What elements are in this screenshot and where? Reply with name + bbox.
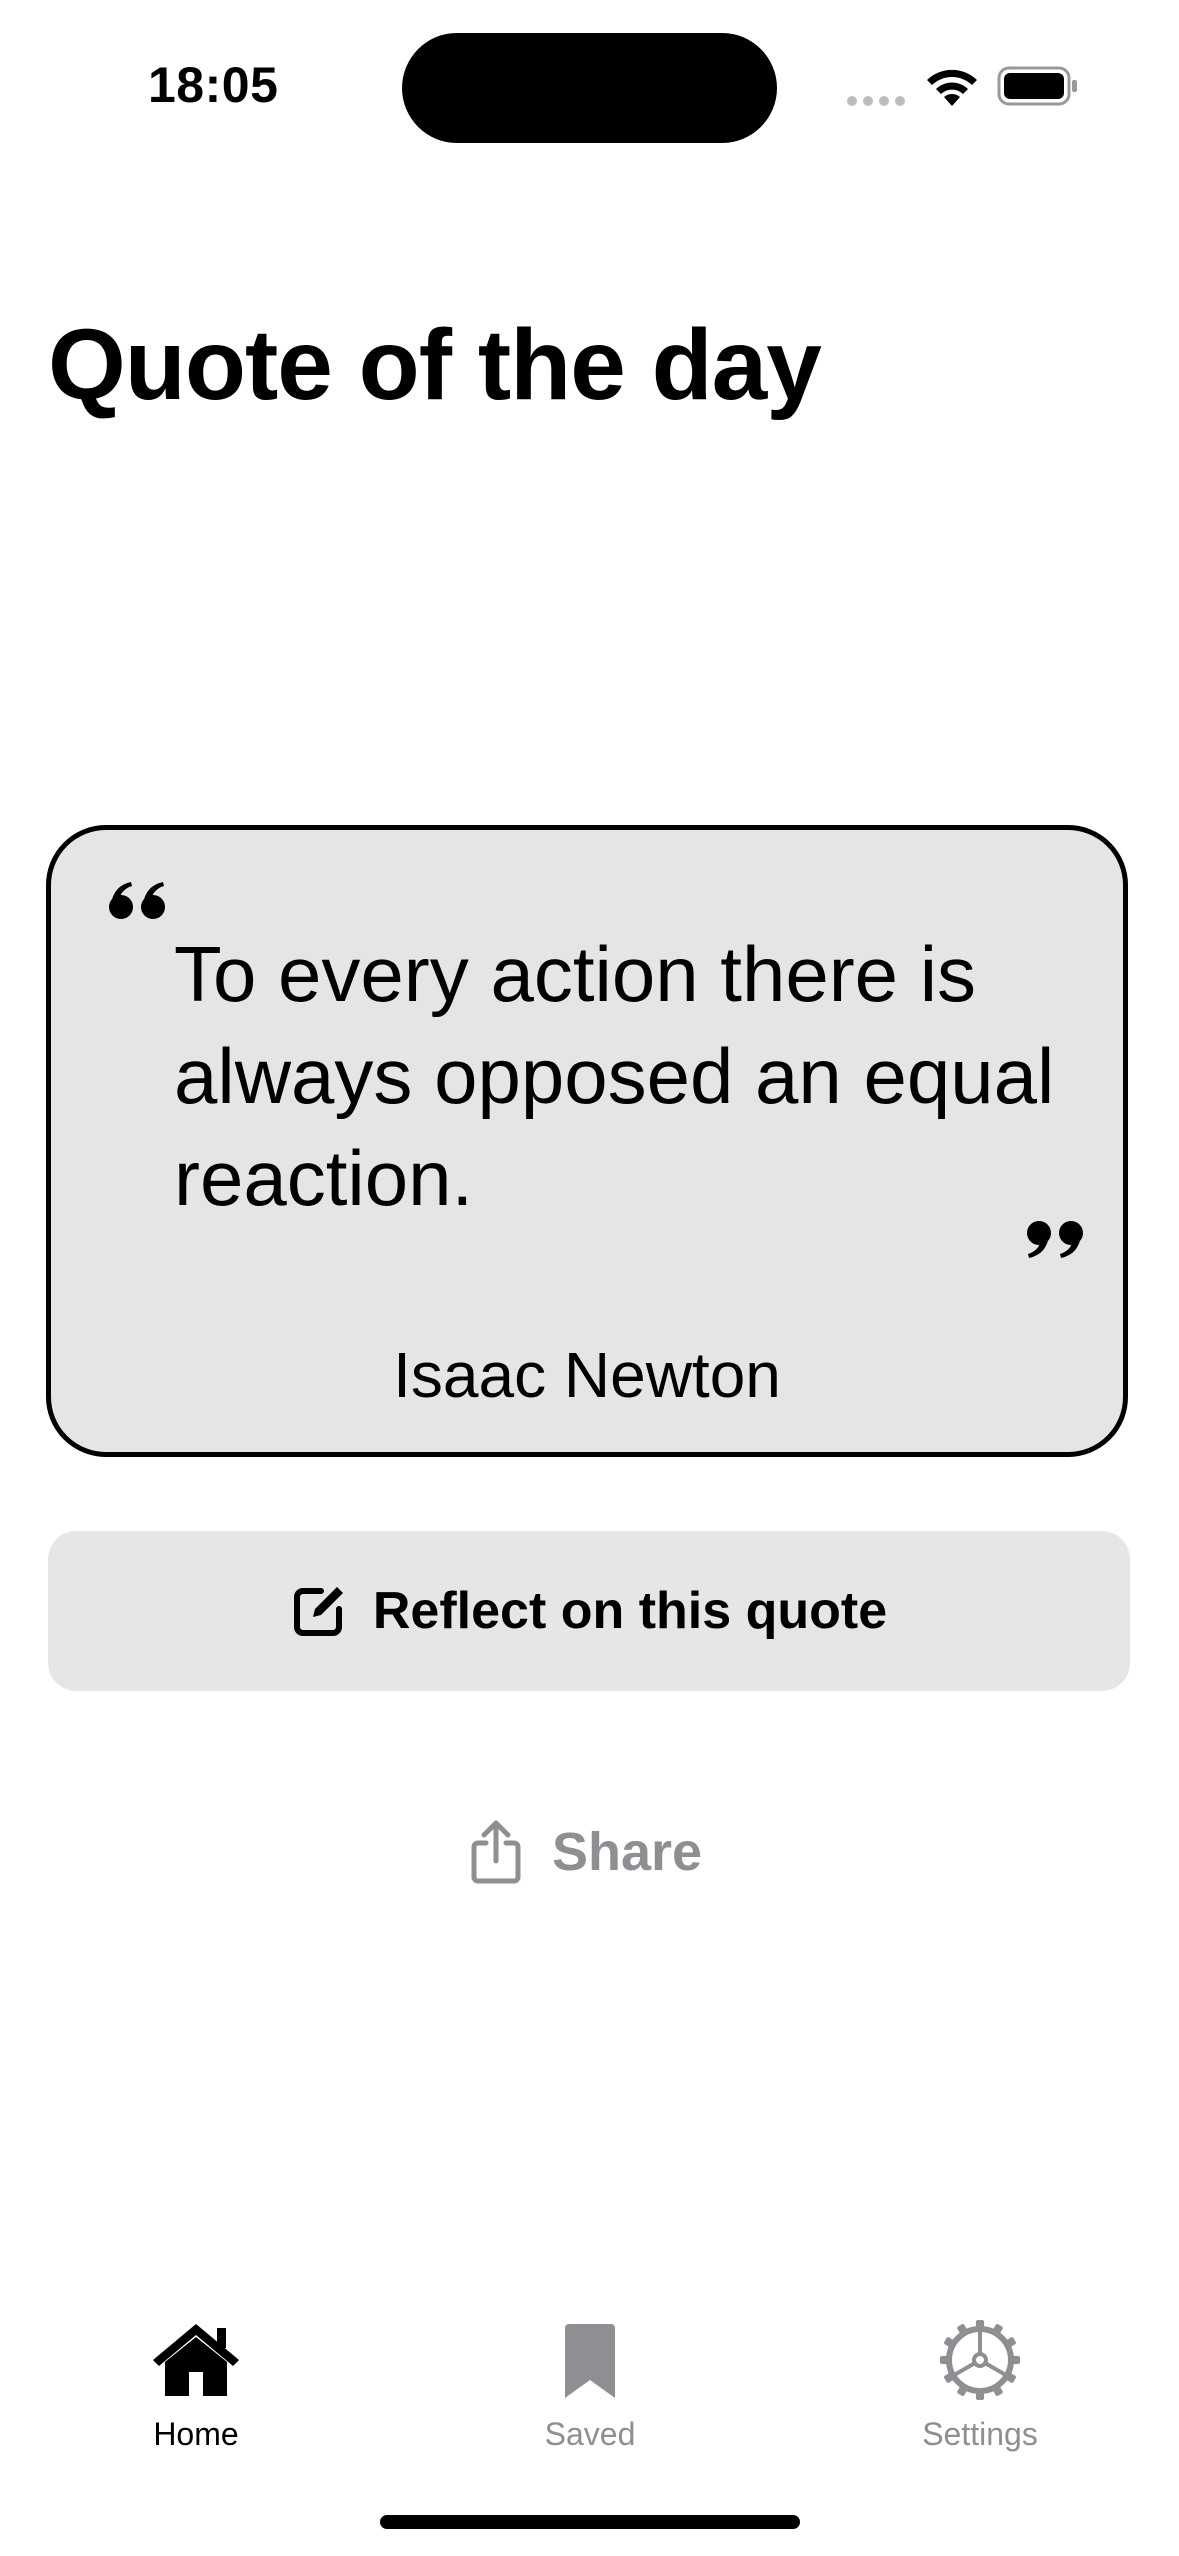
dynamic-island <box>402 33 777 143</box>
quote-author: Isaac Newton <box>393 1339 781 1411</box>
close-quote-icon <box>1027 1221 1083 1258</box>
tab-settings-label: Settings <box>922 2416 1038 2452</box>
reflect-button-label: Reflect on this quote <box>372 1582 888 1640</box>
gear-icon <box>940 2320 1020 2400</box>
wifi-icon <box>927 69 977 106</box>
compose-icon <box>293 1587 343 1636</box>
tab-home-label: Home <box>153 2416 239 2452</box>
tab-settings[interactable]: Settings <box>860 2320 1100 2453</box>
quote-text: To every action there is always opposed … <box>174 930 1055 1222</box>
screen: 18:05 Quote of the day To every action t… <box>0 0 1179 2556</box>
reflect-button-content: Reflect on this quote <box>291 1581 887 1641</box>
reflect-button[interactable]: Reflect on this quote <box>48 1531 1130 1691</box>
tab-saved[interactable]: Saved <box>470 2320 710 2453</box>
tab-home[interactable]: Home <box>76 2320 316 2453</box>
share-button-label: Share <box>552 1822 703 1882</box>
battery-icon <box>997 66 1077 106</box>
share-button[interactable]: Share <box>470 1812 702 1892</box>
open-quote-icon <box>109 882 165 919</box>
home-indicator <box>380 2515 800 2529</box>
tab-saved-label: Saved <box>544 2416 636 2452</box>
house-icon <box>153 2324 239 2396</box>
quote-card: To every action there is always opposed … <box>46 825 1128 1457</box>
bookmark-icon <box>565 2324 615 2398</box>
cellular-signal-icon <box>847 96 905 106</box>
page-title: Quote of the day <box>48 309 822 421</box>
status-time: 18:05 <box>148 57 279 113</box>
share-icon <box>471 1820 521 1884</box>
